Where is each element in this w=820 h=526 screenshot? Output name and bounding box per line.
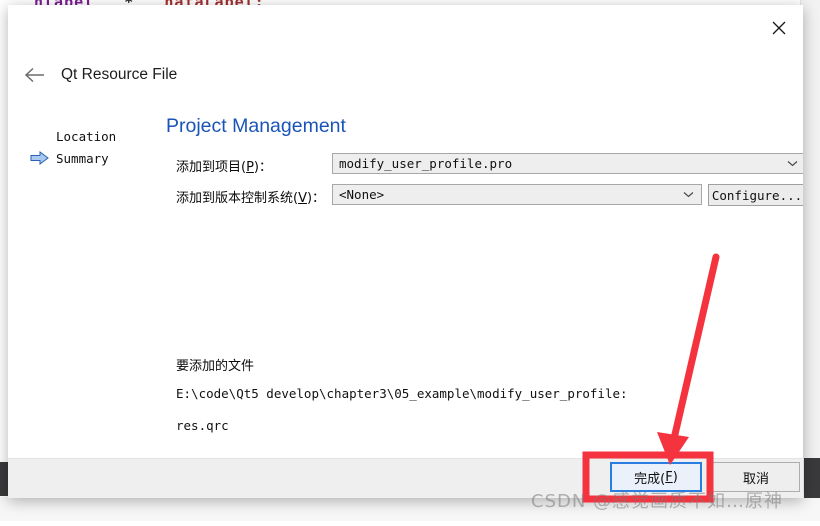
sidebar-item-location[interactable]: Location — [30, 125, 150, 147]
blue-right-arrow-icon — [30, 150, 52, 166]
add-to-vcs-select[interactable]: <None> — [332, 184, 702, 205]
add-to-vcs-value: <None> — [339, 187, 385, 202]
background-right-panel — [800, 0, 820, 458]
add-to-project-label: 添加到项目(P)： — [176, 159, 272, 175]
files-to-add-entry: res.qrc — [176, 418, 229, 433]
files-to-add-path: E:\code\Qt5 develop\chapter3\05_example\… — [176, 386, 628, 401]
add-to-project-value: modify_user_profile.pro — [339, 156, 513, 171]
close-icon[interactable] — [761, 11, 797, 45]
background-right-dark-block — [804, 458, 820, 498]
chevron-down-icon — [785, 160, 799, 167]
chevron-down-icon — [681, 191, 695, 198]
sidebar-item-summary[interactable]: Summary — [30, 147, 150, 169]
add-to-project-select[interactable]: modify_user_profile.pro — [332, 153, 803, 174]
qt-resource-file-wizard-dialog: Qt Resource File Location Summary Projec… — [8, 5, 803, 498]
add-to-vcs-label: 添加到版本控制系统(V)： — [176, 190, 326, 206]
dialog-title: Qt Resource File — [61, 66, 178, 83]
page-title: Project Management — [166, 115, 346, 137]
sidebar-item-label: Location — [56, 128, 117, 144]
wizard-step-sidebar: Location Summary — [30, 125, 150, 169]
add-to-project-label-row: 添加到项目(P)： — [176, 154, 272, 176]
back-arrow-icon[interactable] — [18, 58, 52, 92]
sidebar-item-label: Summary — [56, 150, 109, 166]
csdn-watermark: CSDN @感觉画质不如…原神 — [531, 491, 784, 512]
dialog-header: Qt Resource File — [18, 57, 177, 93]
configure-button[interactable]: Configure... — [708, 184, 803, 206]
files-to-add-label: 要添加的文件 — [176, 359, 255, 374]
add-to-vcs-label-row: 添加到版本控制系统(V)： — [176, 185, 325, 207]
